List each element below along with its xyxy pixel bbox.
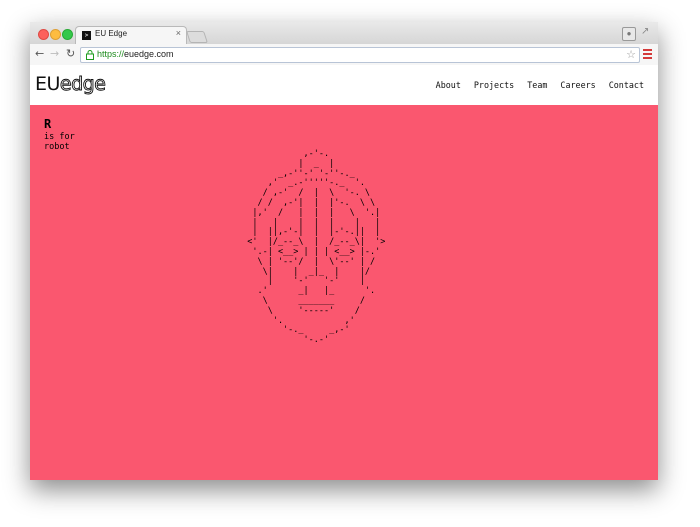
tab-strip: > EU Edge × ● ↗ [30,22,658,45]
hero-caption: is for robot [44,132,75,152]
browser-tab[interactable]: > EU Edge × [75,26,187,45]
nav-projects[interactable]: Projects [474,80,514,90]
logo-secondary: edge [59,73,106,96]
caption-line-2: robot [44,142,70,152]
browser-window: > EU Edge × ● ↗ ← → ↻ https://euedge.com… [30,22,658,480]
menu-icon[interactable] [643,49,652,61]
bookmark-star-icon[interactable]: ☆ [626,48,636,61]
minimize-window-button[interactable] [50,29,61,40]
robot-ascii-art: ,-'-. | _ | _,-''-' '-''-._ ,' _.-'''''-… [247,149,386,346]
caption-line-1: is for [44,132,75,142]
favicon-icon: > [82,31,91,40]
nav-about[interactable]: About [436,80,461,90]
browser-toolbar: ← → ↻ https://euedge.com ☆ [30,44,658,66]
logo-primary: EU [35,73,60,95]
lock-icon [86,50,94,60]
nav-careers[interactable]: Careers [560,80,595,90]
forward-button[interactable]: → [50,47,59,61]
new-tab-button[interactable] [186,31,208,43]
address-bar[interactable]: https://euedge.com ☆ [80,47,640,63]
site-logo[interactable]: EUedge [35,72,106,96]
nav-contact[interactable]: Contact [609,80,644,90]
hero-letter: R [44,117,52,131]
close-window-button[interactable] [38,29,49,40]
url-text: https://euedge.com [97,49,174,59]
url-host: euedge.com [124,49,174,59]
site-header: EUedge About Projects Team Careers Conta… [30,65,658,105]
fullscreen-icon[interactable]: ↗ [641,26,649,37]
web-page: EUedge About Projects Team Careers Conta… [30,65,658,480]
zoom-window-button[interactable] [62,29,73,40]
nav-team[interactable]: Team [527,80,547,90]
back-button[interactable]: ← [35,47,44,61]
hero-section: R is for robot ,-'-. | _ | _,-''-' '-''-… [30,105,658,480]
profile-icon[interactable]: ● [622,27,636,41]
url-scheme: https:// [97,49,125,59]
reload-button[interactable]: ↻ [66,47,75,61]
tab-title: EU Edge [95,29,128,38]
tab-close-icon[interactable]: × [176,28,181,38]
main-nav: About Projects Team Careers Contact [436,80,644,90]
